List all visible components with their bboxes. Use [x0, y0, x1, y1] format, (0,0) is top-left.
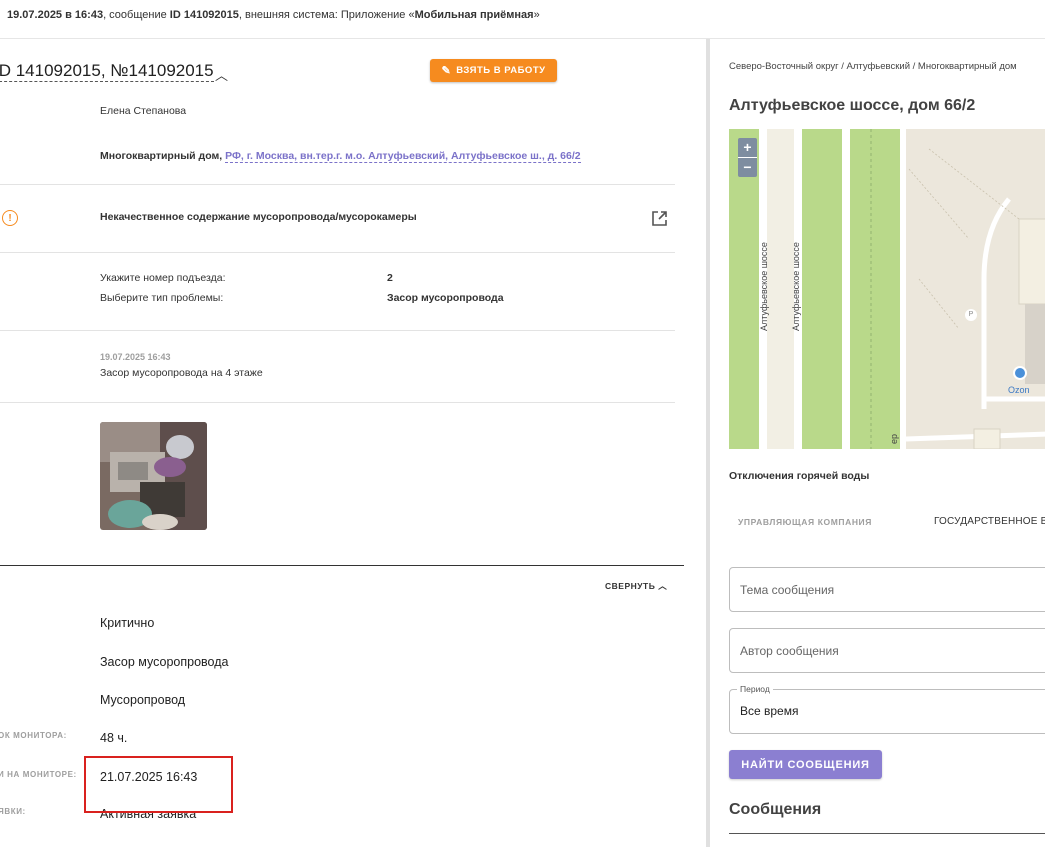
chevron-up-icon[interactable]: ︿	[215, 65, 228, 84]
map-road-label-1-wrap: Алтуфьевское шоссе	[759, 221, 773, 331]
tab-management-company[interactable]: УПРАВЛЯЮЩАЯ КОМПАНИЯ	[738, 517, 872, 527]
question-entrance-value: 2	[387, 272, 393, 284]
chevron-up-icon: ︿	[658, 581, 668, 591]
divider	[0, 184, 675, 185]
system-name: Мобильная приёмная	[414, 9, 534, 21]
author-field[interactable]: Автор сообщения	[729, 628, 1045, 673]
object-line: Многоквартирный дом, РФ, г. Москва, вн.т…	[100, 150, 581, 163]
section-divider	[0, 565, 684, 566]
collapse-label: СВЕРНУТЬ	[605, 581, 656, 591]
request-photo[interactable]	[100, 422, 207, 530]
question-problem-type-value: Засор мусоропровода	[387, 292, 504, 304]
map-road-label-2-wrap: Алтуфьевское шоссе	[791, 221, 805, 331]
comment-text: Засор мусоропровода на 4 этаже	[100, 367, 263, 379]
request-panel: ID 141092015, №141092015 ︿ ✎ ВЗЯТЬ В РАБ…	[0, 39, 706, 847]
monitor-term-label: ОК МОНИТОРА:	[0, 731, 67, 740]
highlight-box	[84, 756, 233, 813]
map-parking-label: P	[965, 309, 977, 321]
address-link[interactable]: РФ, г. Москва, вн.тер.г. м.о. Алтуфьевск…	[225, 150, 581, 163]
zoom-out-button[interactable]: −	[738, 158, 757, 177]
period-legend: Период	[737, 684, 773, 694]
map-canvas	[729, 129, 1045, 449]
find-messages-button[interactable]: НАЙТИ СООБЩЕНИЯ	[729, 750, 882, 779]
take-to-work-button[interactable]: ✎ ВЗЯТЬ В РАБОТУ	[430, 59, 557, 82]
map-road-label-2: Алтуфьевское шоссе	[791, 242, 801, 331]
zoom-in-button[interactable]: +	[738, 138, 757, 157]
outage-label: Отключения горячей воды	[729, 470, 870, 482]
top-info-bar: 19.07.2025 в 16:43, сообщение ID 1410920…	[0, 0, 1045, 39]
monitor-deadline-label: И НА МОНИТОРЕ:	[0, 770, 77, 779]
period-value: Все время	[740, 704, 799, 718]
divider	[0, 252, 675, 253]
map[interactable]: Алтуфьевское шоссе Алтуфьевское шоссе P …	[729, 129, 1045, 449]
map-zoom-control: + −	[738, 138, 757, 177]
system-text-end: »	[533, 9, 540, 21]
priority-value: Критично	[100, 616, 155, 630]
collapse-button[interactable]: СВЕРНУТЬ ︿	[605, 580, 667, 592]
tab-state[interactable]: ГОСУДАРСТВЕННОЕ В	[934, 516, 1045, 527]
map-edge-label: ер	[889, 433, 900, 445]
period-select[interactable]: Период Все время	[729, 684, 1045, 734]
object-type: Многоквартирный дом,	[100, 150, 223, 162]
request-title[interactable]: ID 141092015, №141092015	[0, 61, 214, 82]
request-author: Елена Степанова	[100, 105, 187, 117]
warning-icon: !	[2, 210, 18, 226]
location-panel: Северо-Восточный округ / Алтуфьевский / …	[712, 39, 1045, 847]
author-placeholder: Автор сообщения	[740, 644, 839, 658]
map-road-label-1: Алтуфьевское шоссе	[759, 242, 769, 331]
request-status-label: ЯВКИ:	[0, 807, 26, 816]
problem-type-value: Засор мусоропровода	[100, 655, 229, 669]
subject-field[interactable]: Тема сообщения	[729, 567, 1045, 612]
question-entrance-label: Укажите номер подъезда:	[100, 272, 226, 284]
divider	[0, 330, 675, 331]
monitor-term-value: 48 ч.	[100, 731, 128, 745]
message-datetime: 19.07.2025 в 16:43	[7, 9, 104, 21]
message-id: ID 141092015	[169, 9, 239, 21]
message-info-line: 19.07.2025 в 16:43, сообщение ID 1410920…	[7, 9, 540, 21]
subject-placeholder: Тема сообщения	[740, 583, 835, 597]
divider	[0, 402, 675, 403]
panel-splitter[interactable]	[706, 39, 710, 847]
external-link-icon[interactable]	[651, 210, 668, 227]
map-poi-label[interactable]: Ozon	[1008, 385, 1030, 395]
category-value: Мусоропровод	[100, 693, 186, 707]
question-problem-type-label: Выберите тип проблемы:	[100, 292, 224, 304]
messages-title: Сообщения	[729, 801, 822, 818]
system-text: , внешняя система: Приложение «	[238, 9, 415, 21]
message-text: , сообщение	[103, 9, 170, 21]
problem-title: Некачественное содержание мусоропровода/…	[100, 211, 417, 223]
take-to-work-label: ВЗЯТЬ В РАБОТУ	[456, 65, 546, 76]
pencil-icon: ✎	[441, 65, 452, 77]
address-title: Алтуфьевское шоссе, дом 66/2	[729, 97, 976, 114]
comment-date: 19.07.2025 16:43	[100, 352, 171, 362]
messages-divider	[729, 833, 1045, 834]
breadcrumb: Северо-Восточный округ / Алтуфьевский / …	[729, 61, 1017, 72]
